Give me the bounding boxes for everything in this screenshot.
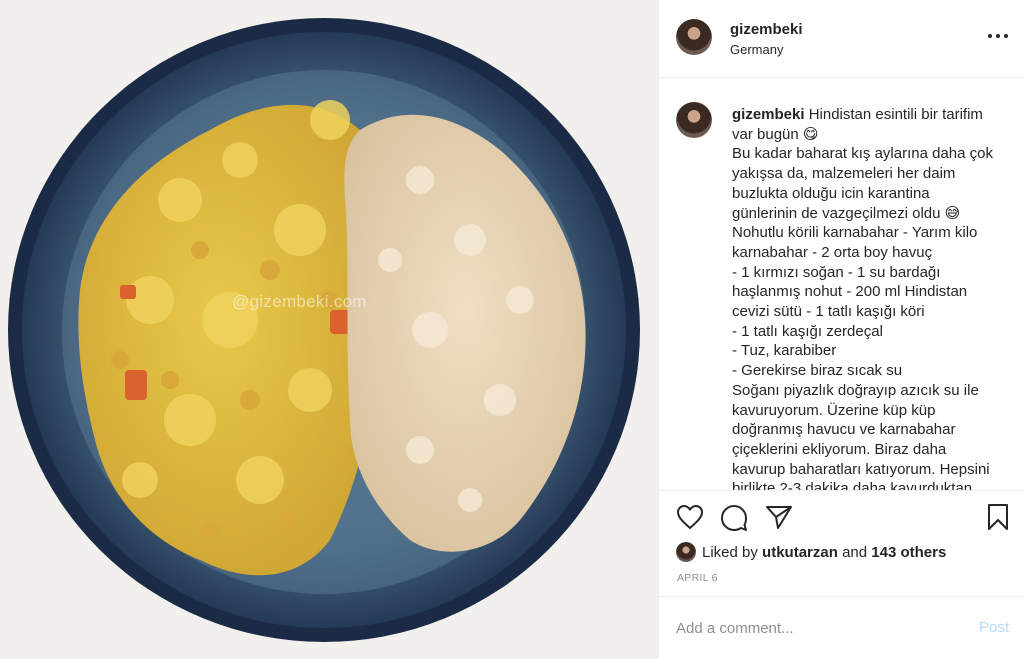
post-date[interactable]: APRIL 6 bbox=[677, 572, 718, 584]
likes-summary: Liked by utkutarzan and 143 others bbox=[676, 541, 946, 563]
caption-line: Soğanı piyazlık doğrayıp azıcık su ile bbox=[732, 381, 979, 399]
likes-prefix: Liked by bbox=[702, 543, 758, 561]
liker-username[interactable]: utkutarzan bbox=[762, 544, 838, 561]
caption-line: - 1 tatlı kaşığı zerdeçal bbox=[732, 322, 883, 340]
caption-scroll-area[interactable]: gizembeki Hindistan esintili bir tarifim… bbox=[659, 79, 1024, 490]
post-photo[interactable]: @gizembeki.com bbox=[0, 0, 658, 659]
author-username[interactable]: gizembeki bbox=[730, 21, 803, 38]
likes-middle: and bbox=[842, 543, 868, 561]
comment-form: Post bbox=[659, 596, 1024, 659]
caption-line: - 1 kırmızı soğan - 1 su bardağı bbox=[732, 263, 941, 281]
share-icon[interactable] bbox=[765, 504, 793, 535]
post-side-panel: gizembeki Germany gizembeki Hindistan es… bbox=[658, 0, 1024, 659]
more-options-icon[interactable] bbox=[988, 30, 1008, 42]
caption-line: günlerinin de vazgeçilmezi oldu 😅 bbox=[732, 204, 961, 222]
caption-line: kavuruyorum. Üzerine küp küp bbox=[732, 401, 936, 419]
caption-line: çiçeklerini ekliyorum. Biraz daha bbox=[732, 440, 947, 458]
author-avatar[interactable] bbox=[676, 19, 712, 55]
caption-line: yakışsa da, malzemeleri her daim bbox=[732, 165, 956, 183]
caption-line: haşlanmış nohut - 200 ml Hindistan bbox=[732, 283, 968, 301]
comment-input[interactable] bbox=[676, 617, 956, 639]
post-caption: gizembeki Hindistan esintili bir tarifim… bbox=[732, 105, 1014, 490]
caption-line: doğranmış havucu ve karnabahar bbox=[732, 421, 956, 439]
caption-line: karnabahar - 2 orta boy havuç bbox=[732, 243, 933, 261]
caption-line: birlikte 2-3 dakika daha kavurduktan bbox=[732, 480, 973, 490]
caption-line: - Tuz, karabiber bbox=[732, 342, 837, 360]
caption-line: buzlukta olduğu icin karantina bbox=[732, 184, 930, 202]
caption-first-text: Hindistan esintili bir tarifim bbox=[804, 106, 983, 123]
post-comment-button[interactable]: Post bbox=[979, 619, 1009, 636]
caption-author-avatar[interactable] bbox=[676, 102, 712, 138]
caption-line: kavurup baharatları katıyorum. Hepsini bbox=[732, 460, 990, 478]
bookmark-icon[interactable] bbox=[986, 503, 1010, 536]
image-watermark: @gizembeki.com bbox=[232, 292, 367, 311]
caption-line: var bugün 😋 bbox=[732, 125, 819, 143]
liker-avatar[interactable] bbox=[676, 542, 696, 562]
post-header: gizembeki Germany bbox=[659, 0, 1024, 78]
caption-username[interactable]: gizembeki bbox=[732, 106, 805, 123]
comment-icon[interactable] bbox=[720, 504, 748, 537]
caption-line: Nohutlu körili karnabahar - Yarım kilo bbox=[732, 224, 978, 242]
caption-line: Bu kadar baharat kış aylarına daha çok bbox=[732, 145, 993, 163]
post-location[interactable]: Germany bbox=[730, 42, 783, 57]
post-actions: Liked by utkutarzan and 143 others APRIL… bbox=[659, 490, 1024, 596]
food-bowl-image bbox=[0, 0, 658, 659]
caption-line: cevizi sütü - 1 tatlı kaşığı köri bbox=[732, 303, 925, 321]
caption-line: - Gerekirse biraz sıcak su bbox=[732, 362, 903, 380]
heart-icon[interactable] bbox=[676, 504, 704, 535]
likes-others-link[interactable]: 143 others bbox=[871, 544, 946, 561]
